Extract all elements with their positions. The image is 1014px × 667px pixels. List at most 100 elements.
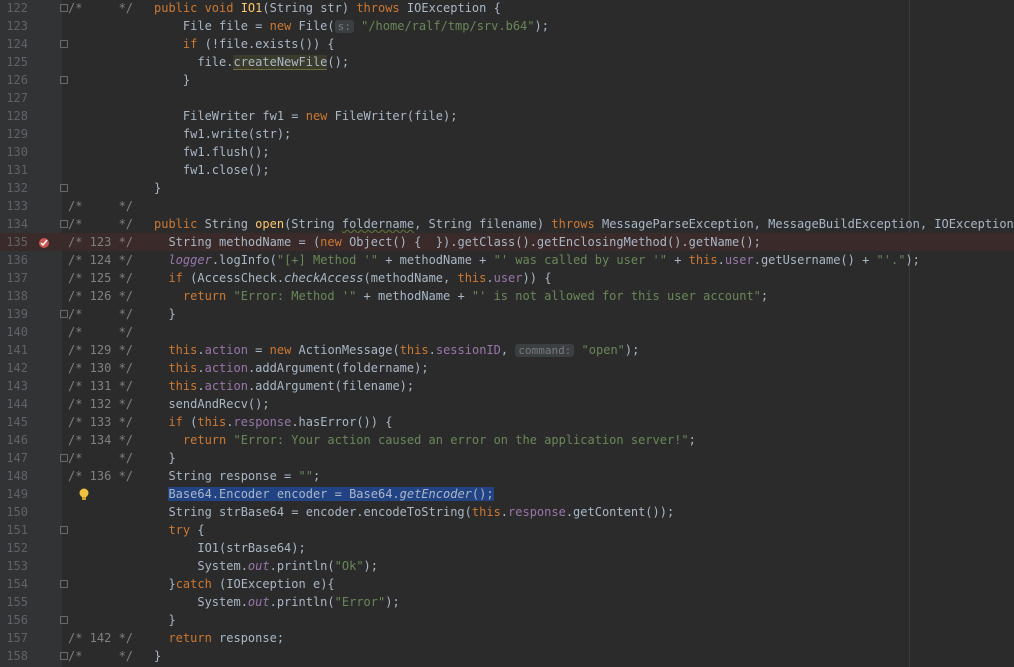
code-token: File( xyxy=(298,19,335,33)
code-text[interactable]: } xyxy=(154,179,161,197)
code-text[interactable]: if (AccessCheck.checkAccess(methodName, … xyxy=(154,269,551,287)
code-line[interactable]: 131 fw1.close(); xyxy=(0,161,1014,179)
code-token: throws xyxy=(551,217,602,231)
code-text[interactable]: System.out.println("Ok"); xyxy=(154,557,378,575)
code-text[interactable]: String response = ""; xyxy=(154,467,320,485)
code-token: ; xyxy=(760,289,769,303)
code-line[interactable]: 125 file.createNewFile(); xyxy=(0,53,1014,71)
code-line[interactable]: 122 /* */ public void IO1(String str) thro… xyxy=(0,0,1014,17)
code-line[interactable]: 154 }catch (IOException e){ xyxy=(0,575,1014,593)
fold-marker-icon[interactable] xyxy=(60,76,68,84)
fold-marker-icon[interactable] xyxy=(60,40,68,48)
code-line[interactable]: 144 /* 132 */ sendAndRecv(); xyxy=(0,395,1014,413)
code-text[interactable]: fw1.flush(); xyxy=(154,143,270,161)
code-line[interactable]: 126 } xyxy=(0,71,1014,89)
code-text[interactable]: } xyxy=(154,647,161,665)
code-line[interactable]: 148 /* 136 */ String response = ""; xyxy=(0,467,1014,485)
code-text[interactable]: return response; xyxy=(154,629,284,647)
code-text[interactable]: if (this.response.hasError()) { xyxy=(154,413,392,431)
line-number: 132 xyxy=(6,181,28,195)
fold-marker-icon[interactable] xyxy=(60,310,68,318)
code-line[interactable]: 124 if (!file.exists()) { xyxy=(0,35,1014,53)
code-line[interactable]: 156 } xyxy=(0,611,1014,629)
code-text[interactable]: } xyxy=(154,611,175,629)
code-line[interactable]: 141/* 129 */ this.action = new ActionMes… xyxy=(0,341,1014,359)
code-text[interactable]: this.action.addArgument(filename); xyxy=(154,377,414,395)
code-line[interactable]: 130 fw1.flush(); xyxy=(0,143,1014,161)
code-text[interactable]: }catch (IOException e){ xyxy=(154,575,334,593)
breakpoint-error-icon[interactable] xyxy=(38,236,50,248)
code-line[interactable]: 146 /* 134 */ return "Error: Your action … xyxy=(0,431,1014,449)
line-number: 147 xyxy=(6,451,28,465)
code-token: . xyxy=(197,379,205,393)
code-text[interactable]: this.action.addArgument(foldername); xyxy=(154,359,428,377)
code-line[interactable]: 133 /* */ xyxy=(0,197,1014,215)
code-line[interactable]: 132} xyxy=(0,179,1014,197)
code-line[interactable]: 137 /* 125 */ if (AccessCheck.checkAccess… xyxy=(0,269,1014,287)
fold-marker-icon[interactable] xyxy=(60,652,68,660)
code-line[interactable]: 128 FileWriter fw1 = new FileWriter(file… xyxy=(0,107,1014,125)
code-line[interactable]: 123 File file = new File(s: "/home/ralf/… xyxy=(0,17,1014,35)
code-text[interactable]: sendAndRecv(); xyxy=(154,395,269,413)
code-line[interactable]: 149 Base64.Encoder encoder = Base64.getE… xyxy=(0,485,1014,503)
code-text[interactable]: System.out.println("Error"); xyxy=(154,593,399,611)
code-line[interactable]: 158 /* */} xyxy=(0,647,1014,665)
code-text[interactable]: if (!file.exists()) { xyxy=(154,35,335,53)
code-text[interactable]: Base64.Encoder encoder = Base64.getEncod… xyxy=(154,485,494,503)
code-line[interactable]: 157 /* 142 */ return response; xyxy=(0,629,1014,647)
code-token: "' is not allowed for this user account" xyxy=(471,289,761,303)
code-token: out xyxy=(247,559,270,573)
code-text[interactable]: File file = new File(s: "/home/ralf/tmp/… xyxy=(154,17,549,36)
code-line[interactable]: 136 /* 124 */ logger.logInfo("[+] Method … xyxy=(0,251,1014,269)
code-line[interactable]: 152 IO1(strBase64); xyxy=(0,539,1014,557)
code-text[interactable]: String strBase64 = encoder.encodeToStrin… xyxy=(154,503,674,521)
lightbulb-icon[interactable] xyxy=(78,488,90,500)
code-text[interactable]: FileWriter fw1 = new FileWriter(file); xyxy=(154,107,458,125)
fold-marker-icon[interactable] xyxy=(60,616,68,624)
fold-marker-icon[interactable] xyxy=(60,454,68,462)
code-line[interactable]: 135 /* 123 */ String methodName = (new Ob… xyxy=(0,233,1014,251)
code-line[interactable]: 151 try { xyxy=(0,521,1014,539)
code-line[interactable]: 127 xyxy=(0,89,1014,107)
fold-marker-icon[interactable] xyxy=(60,580,68,588)
fold-marker-icon[interactable] xyxy=(60,184,68,192)
code-token: new xyxy=(305,109,335,123)
code-text[interactable]: String methodName = (new Object() { }).g… xyxy=(154,233,760,251)
code-text[interactable]: public String open(String foldername, St… xyxy=(154,215,1014,233)
line-number: 133 xyxy=(6,199,28,213)
code-line[interactable]: 147 /* */ } xyxy=(0,449,1014,467)
code-line[interactable]: 140 /* */ xyxy=(0,323,1014,341)
code-text[interactable]: this.action = new ActionMessage(this.ses… xyxy=(154,341,639,360)
code-text[interactable]: fw1.write(str); xyxy=(154,125,291,143)
code-text[interactable]: return "Error: Your action caused an err… xyxy=(154,431,696,449)
code-line[interactable]: 145 /* 133 */ if (this.response.hasError(… xyxy=(0,413,1014,431)
code-text[interactable]: logger.logInfo("[+] Method '" + methodNa… xyxy=(154,251,919,269)
code-line[interactable]: 155 System.out.println("Error"); xyxy=(0,593,1014,611)
code-text[interactable]: fw1.close(); xyxy=(154,161,270,179)
code-token: System. xyxy=(154,559,248,573)
fold-marker-icon[interactable] xyxy=(60,4,68,12)
code-line[interactable]: 150 String strBase64 = encoder.encodeToS… xyxy=(0,503,1014,521)
code-token: + methodName + xyxy=(356,289,472,303)
code-line[interactable]: 129 fw1.write(str); xyxy=(0,125,1014,143)
code-editor[interactable]: 122 /* */ public void IO1(String str) thro… xyxy=(0,0,1014,667)
code-text[interactable]: public void IO1(String str) throws IOExc… xyxy=(154,0,501,17)
code-line[interactable]: 153 System.out.println("Ok"); xyxy=(0,557,1014,575)
code-line[interactable]: 139 /* */ } xyxy=(0,305,1014,323)
code-line[interactable]: 142 /* 130 */ this.action.addArgument(fol… xyxy=(0,359,1014,377)
fold-marker-icon[interactable] xyxy=(60,526,68,534)
line-number: 142 xyxy=(6,361,28,375)
code-text[interactable]: try { xyxy=(154,521,204,539)
code-text[interactable]: } xyxy=(154,305,175,323)
code-line[interactable]: 134 /* */ public String open(String folder… xyxy=(0,215,1014,233)
code-text[interactable]: } xyxy=(154,449,175,467)
code-text[interactable]: IO1(strBase64); xyxy=(154,539,305,557)
code-text[interactable]: return "Error: Method '" + methodName + … xyxy=(154,287,768,305)
code-text[interactable]: } xyxy=(154,71,190,89)
code-text[interactable]: file.createNewFile(); xyxy=(154,53,349,71)
code-line[interactable]: 143 /* 131 */ this.action.addArgument(fil… xyxy=(0,377,1014,395)
line-number: 155 xyxy=(6,595,28,609)
decompiler-line-comment: /* */ xyxy=(68,307,134,321)
code-line[interactable]: 138 /* 126 */ return "Error: Method '" + … xyxy=(0,287,1014,305)
fold-marker-icon[interactable] xyxy=(60,220,68,228)
